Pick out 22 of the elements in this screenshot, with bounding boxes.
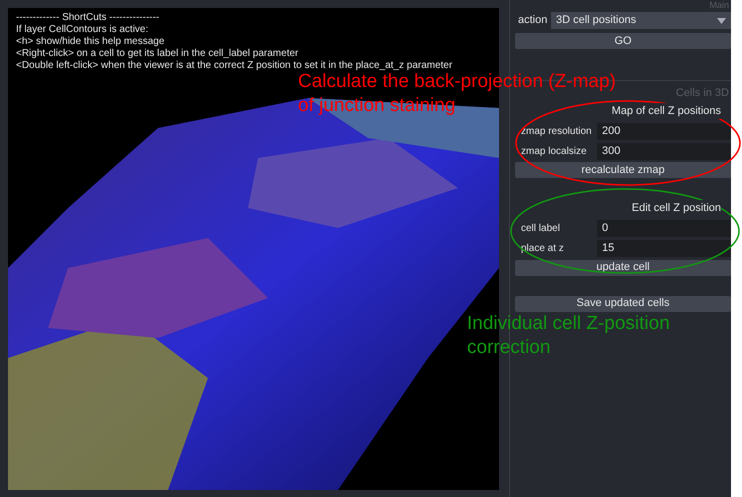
help-text: ------------- ShortCuts ---------------	[16, 12, 160, 24]
group-title: Map of cell Z positions	[612, 102, 721, 119]
field-label: cell label	[520, 222, 561, 236]
help-text: <h> show/hide this help message	[16, 36, 166, 48]
field-label: zmap localsize	[520, 144, 588, 158]
panel-button[interactable]: GO	[515, 33, 731, 49]
annotation-text: Individual cell Z-position correction	[467, 312, 670, 360]
panel-button[interactable]: update cell	[515, 260, 731, 276]
field-label: zmap resolution	[520, 124, 593, 138]
group-title: Edit cell Z position	[632, 200, 721, 216]
help-text: If layer CellContours is active:	[16, 24, 150, 36]
help-text: <Right-click> on a cell to get its label in the cell_label parameter	[16, 48, 300, 60]
input-field[interactable]: 300	[597, 142, 731, 160]
caret-icon	[717, 18, 726, 24]
input-field[interactable]: 15	[597, 240, 731, 257]
panel-button[interactable]: Save updated cells	[515, 296, 731, 312]
help-text: <Double left-click> when the viewer is at the correct Z position to set it in the place_at_z parameter	[16, 60, 452, 72]
input-field[interactable]: 0	[597, 220, 731, 237]
action-dropdown[interactable]: 3D cell positions	[551, 12, 731, 29]
field-label: action	[517, 13, 548, 28]
input-field[interactable]: 200	[597, 122, 731, 140]
panel-button[interactable]: recalculate zmap	[515, 162, 731, 178]
